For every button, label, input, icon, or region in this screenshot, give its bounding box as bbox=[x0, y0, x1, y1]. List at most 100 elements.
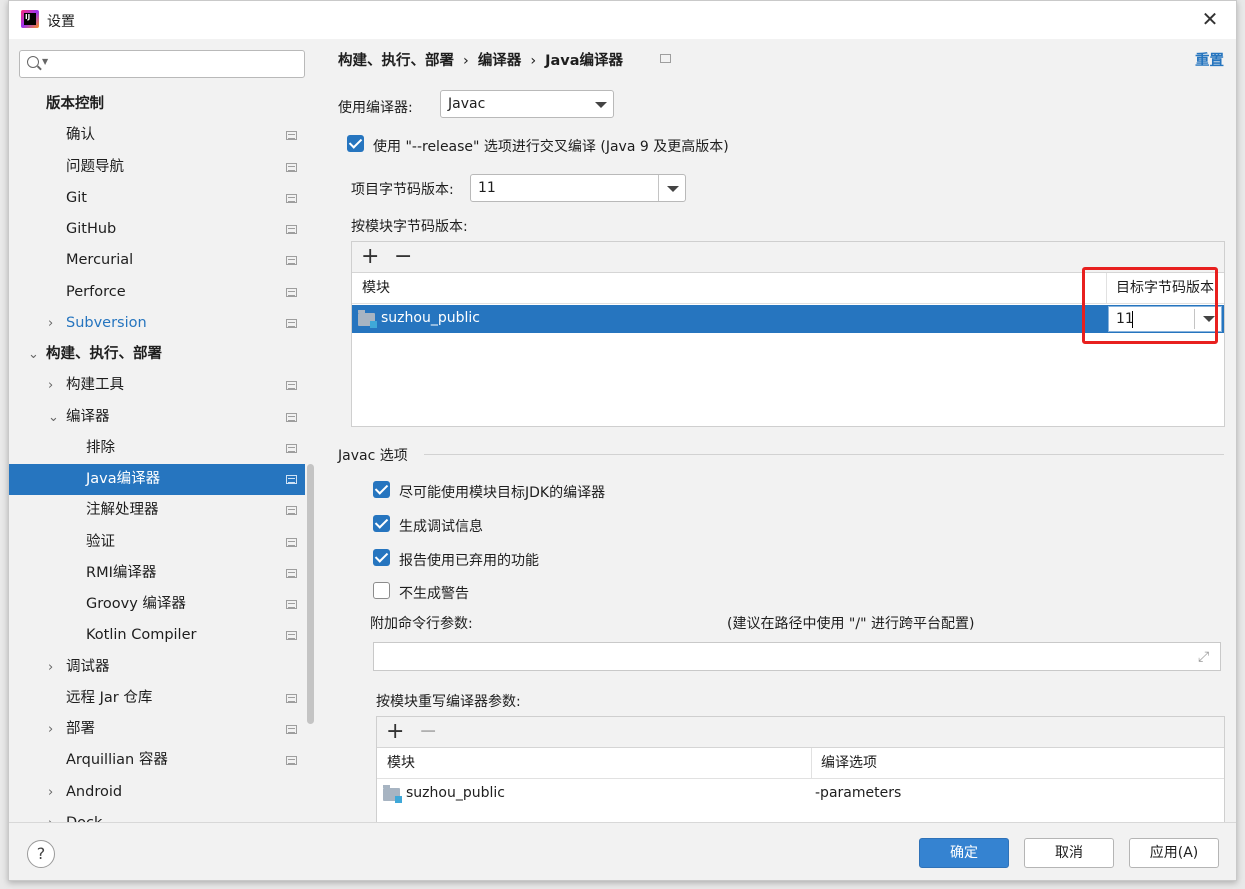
sidebar-item-git[interactable]: Git bbox=[9, 183, 305, 214]
deprecation-checkbox[interactable] bbox=[373, 549, 390, 566]
page-icon bbox=[660, 54, 671, 63]
sidebar-item-annotation-processors[interactable]: 注解处理器 bbox=[9, 495, 305, 526]
no-warnings-checkbox[interactable] bbox=[373, 582, 390, 599]
chevron-down-icon[interactable]: ⌄ bbox=[28, 339, 39, 370]
chevron-down-icon bbox=[595, 102, 607, 108]
cmd-args-hint: (建议在路径中使用 "/" 进行跨平台配置) bbox=[727, 616, 975, 632]
sidebar-item-label: 注解处理器 bbox=[86, 502, 159, 518]
page-icon bbox=[286, 194, 297, 203]
reset-link[interactable]: 重置 bbox=[1195, 49, 1224, 70]
sidebar-item-perforce[interactable]: Perforce bbox=[9, 277, 305, 308]
search-icon bbox=[27, 56, 39, 68]
add-icon[interactable]: + bbox=[361, 244, 379, 270]
settings-sidebar: ▼ 版本控制 确认 问题导航 Git GitHub Mercurial Perf… bbox=[9, 39, 316, 822]
column-header-options[interactable]: 编译选项 bbox=[812, 748, 1224, 779]
settings-dialog: IJ 设置 ✕ ▼ 版本控制 确认 问题导航 Git GitHub Mercur… bbox=[8, 0, 1237, 881]
sidebar-item-deployment[interactable]: › 部署 bbox=[9, 714, 305, 745]
compiler-label: 使用编译器: bbox=[338, 100, 413, 116]
bytecode-label: 项目字节码版本: bbox=[351, 182, 454, 198]
sidebar-item-validation[interactable]: 验证 bbox=[9, 527, 305, 558]
chevron-right-icon[interactable]: › bbox=[48, 308, 53, 339]
window-title: 设置 bbox=[47, 14, 75, 30]
chevron-right-icon[interactable]: › bbox=[48, 370, 53, 401]
sidebar-item-java-compiler[interactable]: Java编译器 bbox=[9, 464, 305, 495]
dialog-footer: ? 确定 取消 应用(A) bbox=[9, 822, 1236, 880]
table-row[interactable]: suzhou_public bbox=[352, 305, 1094, 333]
page-icon bbox=[286, 694, 297, 703]
sidebar-scrollbar[interactable] bbox=[305, 39, 316, 822]
override-label: 按模块重写编译器参数: bbox=[376, 694, 521, 710]
debug-info-label: 生成调试信息 bbox=[399, 519, 483, 535]
page-icon bbox=[286, 319, 297, 328]
sidebar-item-label: Groovy 编译器 bbox=[86, 596, 186, 612]
module-name: suzhou_public bbox=[406, 785, 505, 801]
sidebar-item-build-execution-deployment[interactable]: ⌄ 构建、执行、部署 bbox=[9, 339, 305, 370]
page-icon bbox=[286, 256, 297, 265]
sidebar-item-confirmation[interactable]: 确认 bbox=[9, 120, 305, 151]
sidebar-item-label: 调试器 bbox=[66, 659, 110, 675]
sidebar-item-build-tools[interactable]: › 构建工具 bbox=[9, 370, 305, 401]
sidebar-item-label: 构建、执行、部署 bbox=[46, 346, 162, 362]
page-icon bbox=[286, 444, 297, 453]
page-icon bbox=[286, 475, 297, 484]
page-icon bbox=[286, 506, 297, 515]
sidebar-item-label: 编译器 bbox=[66, 409, 110, 425]
compiler-select[interactable]: Javac bbox=[440, 90, 614, 118]
column-header-module[interactable]: 模块 bbox=[377, 748, 812, 779]
remove-icon[interactable]: − bbox=[394, 244, 412, 270]
annotation-highlight-box bbox=[1082, 267, 1218, 344]
sidebar-item-label: Arquillian 容器 bbox=[66, 752, 168, 768]
sidebar-item-remote-jar-repositories[interactable]: 远程 Jar 仓库 bbox=[9, 683, 305, 714]
column-header-module[interactable]: 模块 bbox=[352, 273, 1107, 304]
sidebar-item-kotlin-compiler[interactable]: Kotlin Compiler bbox=[9, 620, 305, 651]
use-module-jdk-checkbox[interactable] bbox=[373, 481, 390, 498]
sidebar-item-label: 验证 bbox=[86, 534, 115, 550]
cmd-args-label: 附加命令行参数: bbox=[370, 616, 473, 632]
release-option-checkbox[interactable] bbox=[347, 135, 364, 152]
module-folder-icon bbox=[358, 310, 377, 328]
search-input[interactable]: ▼ bbox=[19, 50, 305, 78]
sidebar-item-excludes[interactable]: 排除 bbox=[9, 433, 305, 464]
sidebar-item-label: Kotlin Compiler bbox=[86, 627, 197, 643]
bytecode-version-select[interactable]: 11 bbox=[470, 174, 686, 202]
cmd-args-input[interactable]: ⤢ bbox=[373, 642, 1221, 671]
main-panel: 构建、执行、部署 › 编译器 › Java编译器 重置 使用编译器: Javac 使用 … bbox=[316, 39, 1236, 826]
sidebar-item-mercurial[interactable]: Mercurial bbox=[9, 245, 305, 276]
chevron-right-icon[interactable]: › bbox=[48, 808, 53, 822]
per-module-label: 按模块字节码版本: bbox=[351, 219, 468, 235]
sidebar-item-version-control[interactable]: 版本控制 bbox=[9, 89, 305, 120]
no-warnings-label: 不生成警告 bbox=[399, 586, 469, 602]
chevron-down-icon[interactable]: ⌄ bbox=[48, 402, 59, 433]
breadcrumb-separator: › bbox=[463, 53, 469, 69]
sidebar-item-android[interactable]: › Android bbox=[9, 777, 305, 808]
scrollbar-thumb[interactable] bbox=[307, 464, 314, 724]
cancel-button[interactable]: 取消 bbox=[1024, 838, 1114, 868]
combo-divider bbox=[658, 175, 659, 201]
table-row[interactable]: suzhou_public -parameters bbox=[377, 780, 1224, 808]
debug-info-checkbox[interactable] bbox=[373, 515, 390, 532]
sidebar-item-docker[interactable]: › Dock bbox=[9, 808, 305, 822]
expand-icon[interactable]: ⤢ bbox=[1198, 650, 1212, 664]
sidebar-item-compiler[interactable]: ⌄ 编译器 bbox=[9, 402, 305, 433]
sidebar-item-arquillian-containers[interactable]: Arquillian 容器 bbox=[9, 745, 305, 776]
sidebar-item-subversion[interactable]: › Subversion bbox=[9, 308, 305, 339]
sidebar-item-label: 排除 bbox=[86, 440, 115, 456]
page-icon bbox=[286, 725, 297, 734]
remove-icon: − bbox=[419, 719, 438, 744]
apply-button[interactable]: 应用(A) bbox=[1129, 838, 1219, 868]
close-icon[interactable]: ✕ bbox=[1198, 7, 1222, 31]
sidebar-item-issue-navigation[interactable]: 问题导航 bbox=[9, 152, 305, 183]
breadcrumb-item: Java编译器 bbox=[545, 53, 624, 69]
ok-button[interactable]: 确定 bbox=[919, 838, 1009, 868]
help-button[interactable]: ? bbox=[27, 840, 55, 868]
add-icon[interactable]: + bbox=[386, 719, 404, 745]
sidebar-item-groovy-compiler[interactable]: Groovy 编译器 bbox=[9, 589, 305, 620]
sidebar-item-debugger[interactable]: › 调试器 bbox=[9, 652, 305, 683]
chevron-right-icon[interactable]: › bbox=[48, 652, 53, 683]
chevron-right-icon[interactable]: › bbox=[48, 777, 53, 808]
chevron-right-icon[interactable]: › bbox=[48, 714, 53, 745]
module-name: suzhou_public bbox=[381, 310, 480, 326]
sidebar-item-github[interactable]: GitHub bbox=[9, 214, 305, 245]
sidebar-item-rmi-compiler[interactable]: RMI编译器 bbox=[9, 558, 305, 589]
sidebar-item-label: 问题导航 bbox=[66, 159, 124, 175]
